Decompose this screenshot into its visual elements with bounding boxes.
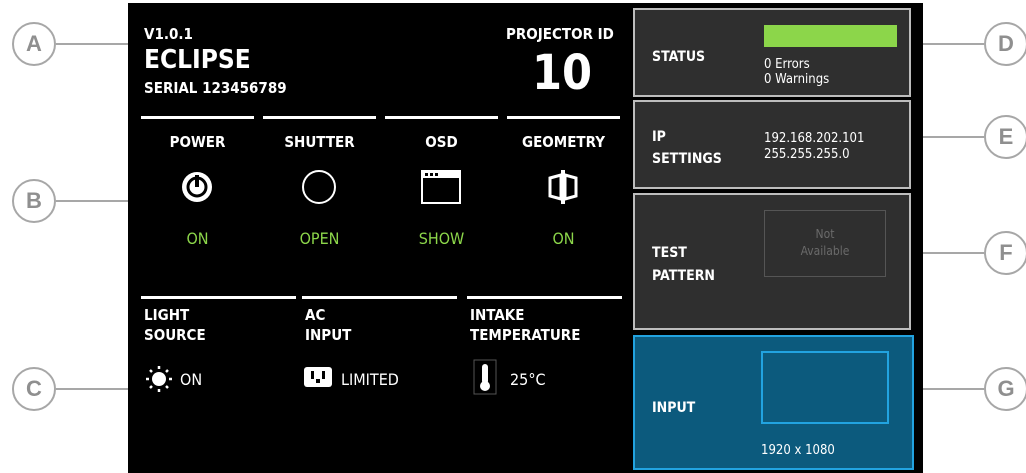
light-source-label-1: LIGHT	[144, 306, 190, 324]
test-pattern-card[interactable]: TEST PATTERN Not Available	[633, 193, 911, 330]
divider-osd	[385, 116, 498, 119]
shutter-control[interactable]: SHUTTER OPEN	[263, 123, 376, 253]
intake-temp-label-2: TEMPERATURE	[470, 326, 581, 344]
projector-id-label: PROJECTOR ID	[506, 25, 614, 43]
shutter-circle-icon	[299, 167, 339, 207]
divider-geometry	[507, 116, 620, 119]
osd-state: SHOW	[418, 229, 465, 248]
geometry-state: ON	[552, 229, 575, 248]
callout-a: A	[12, 22, 56, 66]
geometry-icon	[543, 167, 583, 207]
input-resolution: 1920 x 1080	[761, 443, 835, 458]
thermometer-icon	[472, 358, 498, 396]
status-label: STATUS	[652, 49, 706, 65]
status-warnings: 0 Warnings	[764, 72, 830, 87]
callout-g: G	[984, 367, 1026, 411]
shutter-state: OPEN	[299, 229, 340, 248]
osd-window-icon	[419, 167, 463, 207]
status-bar	[764, 25, 897, 47]
light-source-value: ON	[180, 370, 203, 389]
power-label: POWER	[169, 133, 226, 151]
callout-b: B	[12, 179, 56, 223]
callout-e: E	[984, 115, 1026, 159]
callout-d: D	[984, 22, 1026, 66]
divider-light-source	[141, 296, 296, 299]
test-pattern-label-2: PATTERN	[652, 268, 715, 284]
divider-intake-temp	[467, 296, 622, 299]
osd-control[interactable]: OSD SHOW	[385, 123, 498, 253]
status-errors: 0 Errors	[764, 57, 810, 72]
input-card[interactable]: INPUT 1920 x 1080	[633, 335, 914, 470]
geometry-control[interactable]: GEOMETRY ON	[507, 123, 620, 253]
geometry-label: GEOMETRY	[522, 133, 605, 151]
osd-label: OSD	[425, 133, 458, 151]
test-pattern-label-1: TEST	[652, 245, 687, 261]
leader-c	[56, 388, 128, 390]
power-state: ON	[186, 229, 209, 248]
preview-not-available-1: Not	[815, 227, 835, 241]
power-outlet-icon	[302, 365, 334, 391]
callout-f: F	[984, 231, 1026, 275]
divider-power	[141, 116, 254, 119]
test-pattern-preview: Not Available	[764, 210, 886, 277]
shutter-label: SHUTTER	[284, 133, 355, 151]
ac-input-value: LIMITED	[341, 370, 399, 389]
sun-icon	[144, 364, 174, 394]
projector-screen: V1.0.1 ECLIPSE SERIAL 123456789 PROJECTO…	[128, 3, 923, 473]
ip-address: 192.168.202.101	[764, 131, 865, 146]
callout-c: C	[12, 367, 56, 411]
ac-input-label-2: INPUT	[305, 326, 352, 344]
divider-ac-input	[302, 296, 457, 299]
leader-b	[56, 200, 128, 202]
ip-settings-card[interactable]: IP SETTINGS 192.168.202.101 255.255.255.…	[633, 100, 911, 189]
intake-temp-value: 25°C	[510, 370, 546, 389]
serial-number: SERIAL 123456789	[144, 79, 287, 97]
ip-settings-label-2: SETTINGS	[652, 151, 722, 167]
projector-id-value: 10	[532, 45, 593, 101]
model-name: ECLIPSE	[144, 45, 251, 75]
power-control[interactable]: POWER ON	[141, 123, 254, 253]
intake-temp-label-1: INTAKE	[470, 306, 525, 324]
input-preview	[761, 351, 889, 424]
preview-not-available-2: Available	[800, 244, 850, 258]
ip-settings-label-1: IP	[652, 129, 666, 145]
ac-input-label-1: AC	[305, 306, 326, 324]
subnet-mask: 255.255.255.0	[764, 147, 850, 162]
light-source-label-2: SOURCE	[144, 326, 206, 344]
status-card[interactable]: STATUS 0 Errors 0 Warnings	[633, 8, 911, 97]
input-label: INPUT	[652, 400, 696, 416]
power-icon	[177, 167, 217, 207]
version-label: V1.0.1	[144, 25, 193, 43]
divider-shutter	[263, 116, 376, 119]
